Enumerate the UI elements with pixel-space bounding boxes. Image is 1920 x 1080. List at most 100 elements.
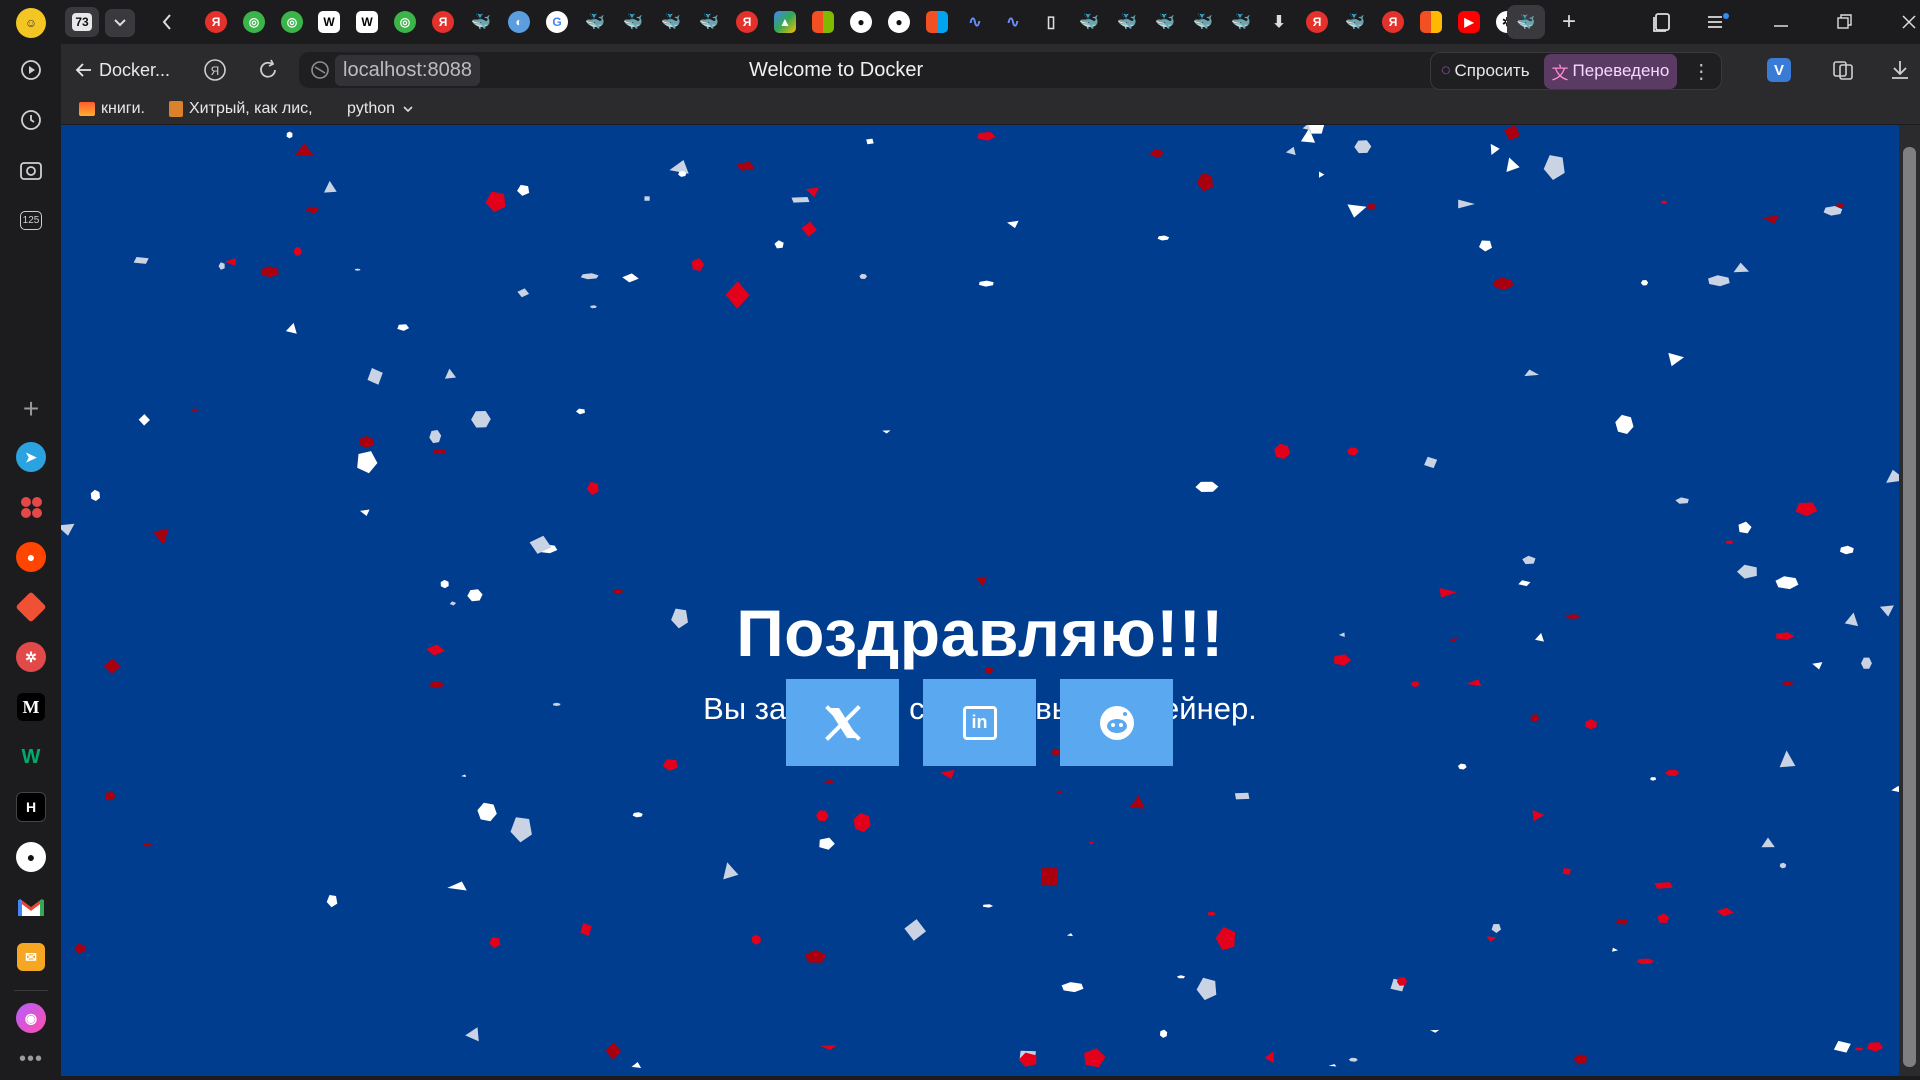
tab-yandex[interactable]: Я [1306, 11, 1328, 33]
tab-microsoft[interactable] [812, 11, 834, 33]
tab-download[interactable]: ⬇ [1268, 11, 1290, 33]
sidebar-counter-button[interactable]: 125 [14, 203, 48, 237]
confetti-piece [820, 1045, 837, 1051]
tab-yandex[interactable]: Я [1382, 11, 1404, 33]
github-icon: ● [16, 842, 46, 872]
confetti-piece [751, 934, 761, 945]
tab-microsoft[interactable] [1420, 11, 1442, 33]
tab-docker[interactable]: 🐳 [1078, 11, 1100, 33]
tab-docker[interactable]: 🐳 [1116, 11, 1138, 33]
restore-button[interactable] [1835, 11, 1859, 33]
profile-avatar[interactable]: ☺ [14, 6, 48, 40]
sidebar-medium[interactable]: M [14, 690, 48, 724]
confetti-piece [1779, 750, 1796, 768]
linkedin-icon: in [962, 705, 997, 740]
confetti-piece [367, 368, 383, 385]
sidebar-screenshot-button[interactable] [14, 153, 48, 187]
menu-button[interactable] [1706, 11, 1732, 33]
tab-document[interactable]: ▯ [1040, 11, 1062, 33]
sidebar-more-button[interactable]: ••• [14, 1042, 48, 1076]
address-url[interactable]: localhost:8088 [335, 54, 480, 86]
sidebar-play-button[interactable] [14, 53, 48, 87]
tab-docker[interactable]: 🐳 [470, 11, 492, 33]
new-tab-button[interactable]: + [1555, 9, 1583, 35]
tab-docker[interactable]: 🐳 [584, 11, 606, 33]
sidebar-app-red[interactable] [14, 490, 48, 524]
reader-button[interactable] [1831, 58, 1855, 82]
tab-list-dropdown[interactable] [105, 9, 135, 37]
ask-button[interactable]: ◌ Спросить [1441, 61, 1530, 81]
sidebar-w3schools[interactable]: W [14, 740, 48, 774]
tab-count-button[interactable]: 73 [65, 7, 99, 37]
tab-green[interactable]: ◎ [243, 11, 265, 33]
bookmark-item[interactable]: Хитрый, как лис, [169, 100, 313, 118]
share-x-button[interactable] [786, 679, 899, 766]
confetti-piece [1041, 866, 1058, 886]
tabs-scroll-left[interactable] [157, 10, 177, 34]
yandex-search-button[interactable]: Я [203, 58, 227, 82]
confetti-piece [1061, 982, 1084, 993]
tab-docker[interactable]: 🐳 [1344, 11, 1366, 33]
tab-yandex[interactable]: Я [432, 11, 454, 33]
tab-docker[interactable]: 🐳 [660, 11, 682, 33]
collections-button[interactable] [1651, 11, 1675, 33]
tab-yandex[interactable]: Я [736, 11, 758, 33]
confetti-piece [326, 895, 338, 908]
share-reddit-button[interactable] [1060, 679, 1173, 766]
more-options-button[interactable]: ⋮ [1691, 59, 1711, 84]
bookmark-item[interactable]: книги. [79, 100, 145, 118]
svg-text:Я: Я [211, 64, 220, 78]
tab-green[interactable]: ◎ [394, 11, 416, 33]
sidebar-git[interactable] [14, 590, 48, 624]
tab-docker[interactable]: 🐳 [622, 11, 644, 33]
sidebar-add-button[interactable]: + [14, 392, 48, 426]
tab-youtube[interactable]: ▶ [1458, 11, 1480, 33]
tab-docker[interactable]: 🐳 [1192, 11, 1214, 33]
sidebar-openai[interactable]: ✲ [14, 640, 48, 674]
confetti-piece [305, 206, 320, 214]
close-window-button[interactable] [1899, 11, 1920, 33]
minimize-icon [1774, 25, 1788, 27]
tab-wiki[interactable]: W [356, 11, 378, 33]
translated-button[interactable]: 文 Переведено [1543, 53, 1678, 89]
sidebar-github[interactable]: ● [14, 840, 48, 874]
tab-github[interactable]: ● [888, 11, 910, 33]
downloads-button[interactable] [1889, 58, 1913, 82]
tab-microsoft[interactable] [926, 11, 948, 33]
tab-link[interactable]: ∿ [964, 11, 986, 33]
tab-active-docker[interactable]: 🐳 [1507, 5, 1545, 39]
confetti-piece [1504, 125, 1521, 141]
tab-docker[interactable]: 🐳 [1230, 11, 1252, 33]
back-button[interactable]: Docker... [75, 56, 170, 84]
sidebar-mail[interactable]: ✉ [14, 940, 48, 974]
page-scrollbar[interactable] [1899, 125, 1920, 1076]
sidebar-hackernoon[interactable]: H [14, 790, 48, 824]
bookmark-folder-python[interactable]: python [347, 100, 413, 118]
tab-green[interactable]: ◎ [281, 11, 303, 33]
scrollbar-thumb[interactable] [1903, 147, 1916, 1067]
tab-globe[interactable]: ◐ [508, 11, 530, 33]
address-bar[interactable]: localhost:8088 Welcome to Docker [299, 52, 1482, 88]
flag-icon [79, 102, 95, 116]
tab-docker[interactable]: 🐳 [698, 11, 720, 33]
reload-button[interactable] [256, 58, 280, 82]
tab-drive[interactable]: ▲ [774, 11, 796, 33]
tab-docker[interactable]: 🐳 [1154, 11, 1176, 33]
tab-link[interactable]: ∿ [1002, 11, 1024, 33]
confetti-piece [1490, 143, 1500, 155]
tab-github[interactable]: ● [850, 11, 872, 33]
sidebar-reddit[interactable]: ● [14, 540, 48, 574]
share-linkedin-button[interactable]: in [923, 679, 1036, 766]
tab-google[interactable]: G [546, 11, 568, 33]
minimize-button[interactable] [1771, 11, 1795, 33]
tab-wiki[interactable]: W [318, 11, 340, 33]
sidebar-telegram[interactable]: ➤ [14, 440, 48, 474]
confetti-piece [1708, 275, 1730, 287]
tab-yandex[interactable]: Я [205, 11, 227, 33]
sidebar-history-button[interactable] [14, 103, 48, 137]
sidebar-alice[interactable]: ◉ [14, 1001, 48, 1035]
confetti-piece [1657, 913, 1670, 923]
sidebar-gmail[interactable] [14, 890, 48, 924]
browser-sidebar: ☺ 125 + ➤ ● ✲ M W H ● ✉ ◉ ••• [0, 0, 61, 1080]
extension-v-button[interactable]: V [1767, 58, 1791, 82]
